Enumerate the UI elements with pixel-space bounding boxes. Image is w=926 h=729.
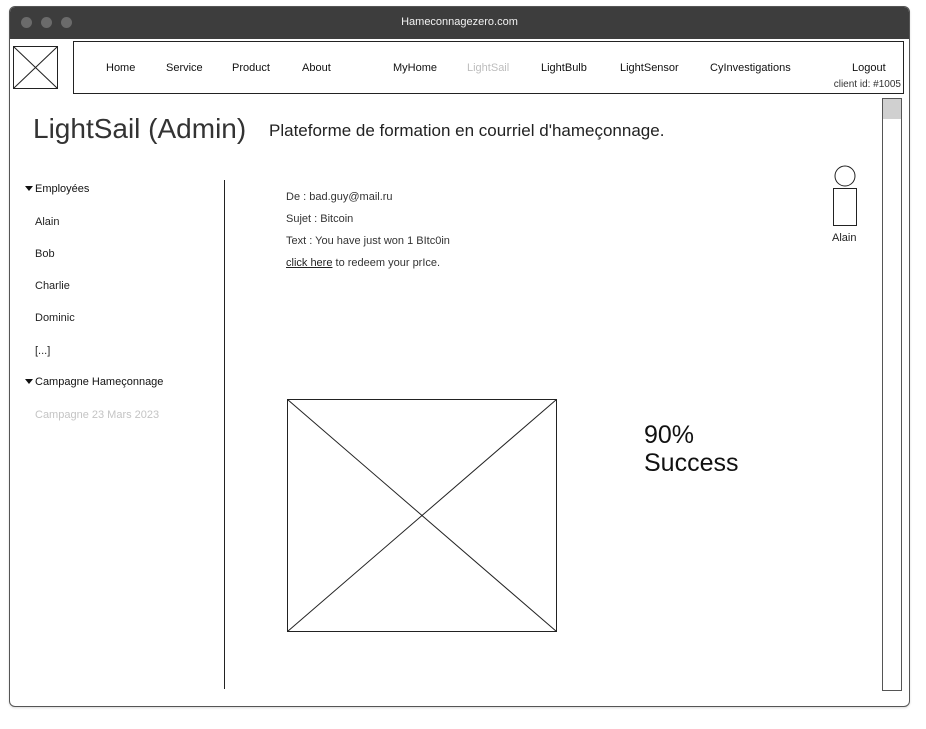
sidebar-divider [224,180,225,689]
email-text: Text : You have just won 1 BItc0in [286,235,450,247]
email-from: De : bad.guy@mail.ru [286,191,393,203]
page-subtitle: Plateforme de formation en courriel d'ha… [269,121,665,140]
user-name-label: Alain [832,232,857,244]
nav-home[interactable]: Home [106,62,135,74]
vertical-scrollbar[interactable] [882,98,902,691]
employees-tree-header[interactable]: Employées [25,183,89,195]
employee-item-bob[interactable]: Bob [35,248,55,260]
campaign-label: Campagne Hameçonnage [35,376,164,388]
logout-link[interactable]: Logout [852,62,886,74]
success-stat: 90% Success [644,421,738,477]
employee-item-alain[interactable]: Alain [35,216,59,228]
window-title: Hameconnagezero.com [401,16,518,28]
email-subject: Sujet : Bitcoin [286,213,354,225]
email-link-line: click here to redeem your prIce. [286,257,440,269]
nav-about[interactable]: About [302,62,331,74]
caret-down-icon [25,379,33,384]
campaign-tree-header[interactable]: Campagne Hameçonnage [25,376,163,388]
logo-placeholder-icon[interactable] [13,46,58,89]
scrollbar-thumb[interactable] [883,99,901,119]
nav-lightbulb[interactable]: LightBulb [541,62,587,74]
email-link-suffix: to redeem your prIce. [332,257,441,269]
success-label: Success [644,449,739,477]
employee-item-more[interactable]: [...] [35,345,50,357]
nav-service[interactable]: Service [166,62,203,74]
nav-product[interactable]: Product [232,62,270,74]
page-title: LightSail (Admin) [33,113,247,144]
client-id-label: client id: #1005 [833,79,901,90]
nav-lightsensor[interactable]: LightSensor [620,62,679,74]
nav-myhome[interactable]: MyHome [393,62,437,74]
campaign-item[interactable]: Campagne 23 Mars 2023 [35,409,159,421]
employees-label: Employées [35,183,90,195]
browser-window: Hameconnagezero.com Home Service Product… [9,6,910,707]
image-placeholder-icon [287,399,557,632]
employee-item-dominic[interactable]: Dominic [35,312,75,324]
caret-down-icon [25,186,33,191]
user-avatar-icon[interactable] [830,165,860,227]
top-nav-bar: Home Service Product About MyHome LightS… [73,41,904,94]
nav-lightsail[interactable]: LightSail [467,62,509,74]
employee-item-charlie[interactable]: Charlie [35,280,70,292]
phishing-link[interactable]: click here [286,257,332,269]
success-percent: 90% [644,421,695,449]
nav-cyinvestigations[interactable]: CyInvestigations [710,62,791,74]
title-bar: Hameconnagezero.com [10,7,909,39]
